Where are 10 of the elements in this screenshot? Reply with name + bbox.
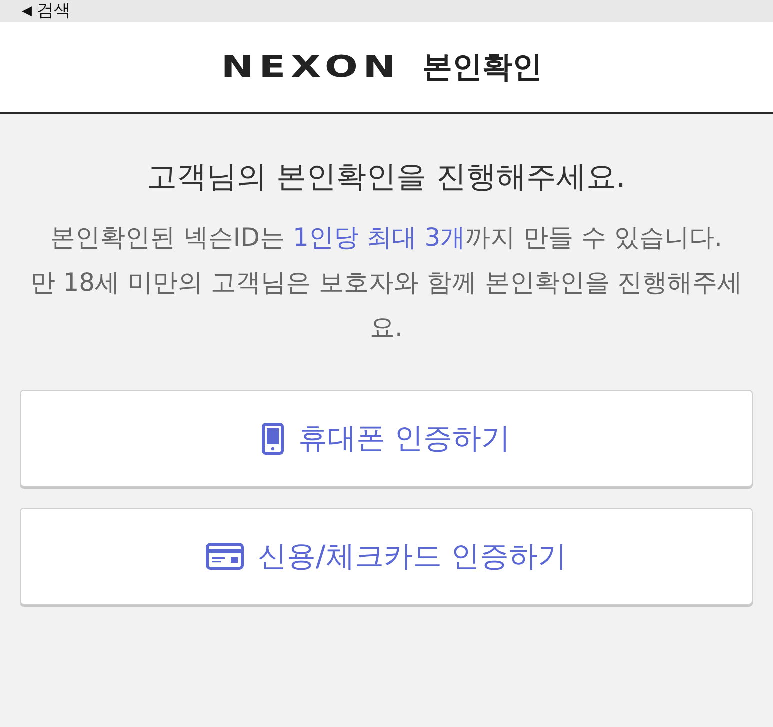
brand-logo: NEXON [222,50,402,84]
credit-card-icon [206,543,244,570]
back-link[interactable]: ◀ 검색 [22,2,71,20]
phone-verify-button[interactable]: 휴대폰 인증하기 [20,390,753,487]
page-title: 본인확인 [422,48,543,86]
notice-text: 만 18세 미만의 고객님은 보호자와 함께 본인확인을 진행해주세요. [29,267,744,344]
phone-icon [262,422,284,454]
instruction-heading: 고객님의 본인확인을 진행해주세요. [147,159,626,197]
card-verify-button[interactable]: 신용/체크카드 인증하기 [20,508,753,605]
notice-text: 본인확인된 넥슨ID는 1인당 최대 3개까지 만들 수 있습니다. [49,222,724,254]
